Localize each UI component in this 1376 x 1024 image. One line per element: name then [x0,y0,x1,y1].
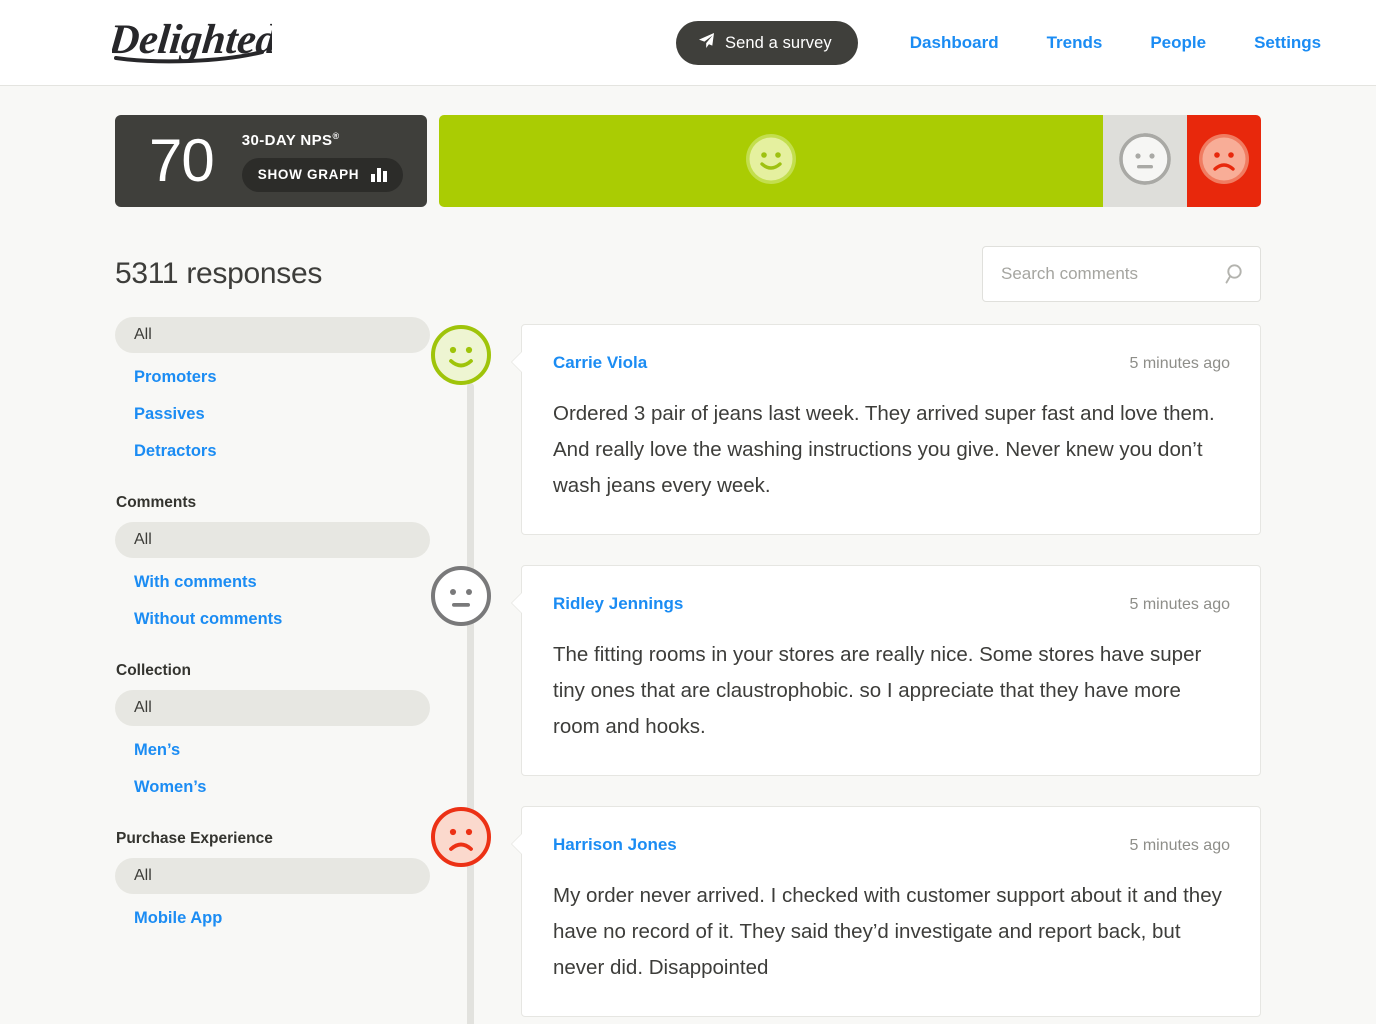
filter-without-comments[interactable]: Without comments [115,601,410,638]
search-icon[interactable] [1225,263,1247,285]
feed-item: Carrie Viola 5 minutes ago Ordered 3 pai… [430,324,1261,535]
smiley-neutral-icon [1117,131,1173,192]
smiley-happy-icon [430,324,492,386]
show-graph-button[interactable]: SHOW GRAPH [241,157,403,192]
nps-score-label: 30-DAY NPS® [241,130,340,149]
show-graph-label: SHOW GRAPH [257,167,360,182]
filter-group-comments-title: Comments [116,494,197,511]
comment-timestamp: 5 minutes ago [1129,837,1230,854]
comment-card-header: Carrie Viola 5 minutes ago [553,353,1230,373]
filter-comments-all[interactable]: All [115,522,430,558]
comment-card-header: Harrison Jones 5 minutes ago [553,835,1230,855]
bar-chart-icon [371,167,387,182]
registered-mark: ® [332,130,340,141]
filters-sidebar: All Promoters Passives Detractors Commen… [115,317,430,947]
filter-sentiment-passives[interactable]: Passives [115,396,410,433]
comment-body: The fitting rooms in your stores are rea… [553,643,1202,738]
comment-body: Ordered 3 pair of jeans last week. They … [553,402,1215,497]
filter-group-collection: Collection All Men’s Women’s [115,662,430,806]
filter-sentiment-all[interactable]: All [115,317,430,353]
comment-timestamp: 5 minutes ago [1129,596,1230,613]
filter-group-collection-title: Collection [116,662,191,679]
nav-item-dashboard[interactable]: Dashboard [886,33,1023,53]
main-navigation: Send a survey Dashboard Trends People Se… [676,0,1345,86]
nps-score-card: 70 30-DAY NPS® SHOW GRAPH [115,115,427,207]
smiley-happy-icon [743,131,799,192]
sentiment-distribution-bar [439,115,1261,207]
filter-group-purchase-experience-title: Purchase Experience [116,830,273,847]
responses-feed: Carrie Viola 5 minutes ago Ordered 3 pai… [430,317,1261,1024]
app-header: Delighted Send a survey Dashboard Trends… [0,0,1376,86]
smiley-neutral-icon [430,565,492,627]
filter-sentiment-detractors[interactable]: Detractors [115,433,410,470]
comment-card: Harrison Jones 5 minutes ago My order ne… [511,806,1261,1017]
comment-card: Ridley Jennings 5 minutes ago The fittin… [511,565,1261,776]
delighted-script-logo[interactable]: Delighted [106,12,280,73]
responses-count: 5311 responses [115,257,323,290]
nav-links: Dashboard Trends People Settings [886,33,1345,53]
sentiment-segment-detractors[interactable] [1187,115,1261,207]
comment-author[interactable]: Carrie Viola [553,353,647,373]
smiley-sad-icon [1196,131,1252,192]
filter-group-sentiment: All Promoters Passives Detractors [115,317,430,470]
main-content: All Promoters Passives Detractors Commen… [0,317,1376,1024]
responses-toolbar: 5311 responses [0,243,1376,305]
filter-group-comments: Comments All With comments Without comme… [115,494,430,638]
comment-author[interactable]: Harrison Jones [553,835,677,855]
comment-timestamp: 5 minutes ago [1129,355,1230,372]
filter-collection-all[interactable]: All [115,690,430,726]
sentiment-segment-promoters[interactable] [439,115,1104,207]
filter-purchase-experience-all[interactable]: All [115,858,430,894]
nav-item-people[interactable]: People [1126,33,1230,53]
score-strip: 70 30-DAY NPS® SHOW GRAPH [0,115,1376,207]
search-comments-field [982,246,1261,302]
search-input[interactable] [982,246,1261,302]
sentiment-segment-passives[interactable] [1103,115,1188,207]
filter-group-purchase-experience: Purchase Experience All Mobile App [115,830,430,937]
comment-card: Carrie Viola 5 minutes ago Ordered 3 pai… [511,324,1261,535]
send-survey-button[interactable]: Send a survey [676,21,858,65]
comment-card-header: Ridley Jennings 5 minutes ago [553,594,1230,614]
feed-item: Ridley Jennings 5 minutes ago The fittin… [430,565,1261,776]
filter-sentiment-promoters[interactable]: Promoters [115,359,410,396]
nav-item-settings[interactable]: Settings [1230,33,1345,53]
comment-author[interactable]: Ridley Jennings [553,594,683,614]
smiley-sad-icon [430,806,492,868]
feed-item: Harrison Jones 5 minutes ago My order ne… [430,806,1261,1017]
nav-item-trends[interactable]: Trends [1023,33,1127,53]
filter-with-comments[interactable]: With comments [115,564,410,601]
filter-collection-mens[interactable]: Men’s [115,732,410,769]
paper-plane-icon [698,32,715,54]
filter-collection-womens[interactable]: Women’s [115,769,410,806]
comment-body: My order never arrived. I checked with c… [553,884,1222,979]
filter-purchase-experience-mobile-app[interactable]: Mobile App [115,900,410,937]
send-survey-label: Send a survey [725,33,832,52]
nps-score-value: 70 [149,127,215,194]
